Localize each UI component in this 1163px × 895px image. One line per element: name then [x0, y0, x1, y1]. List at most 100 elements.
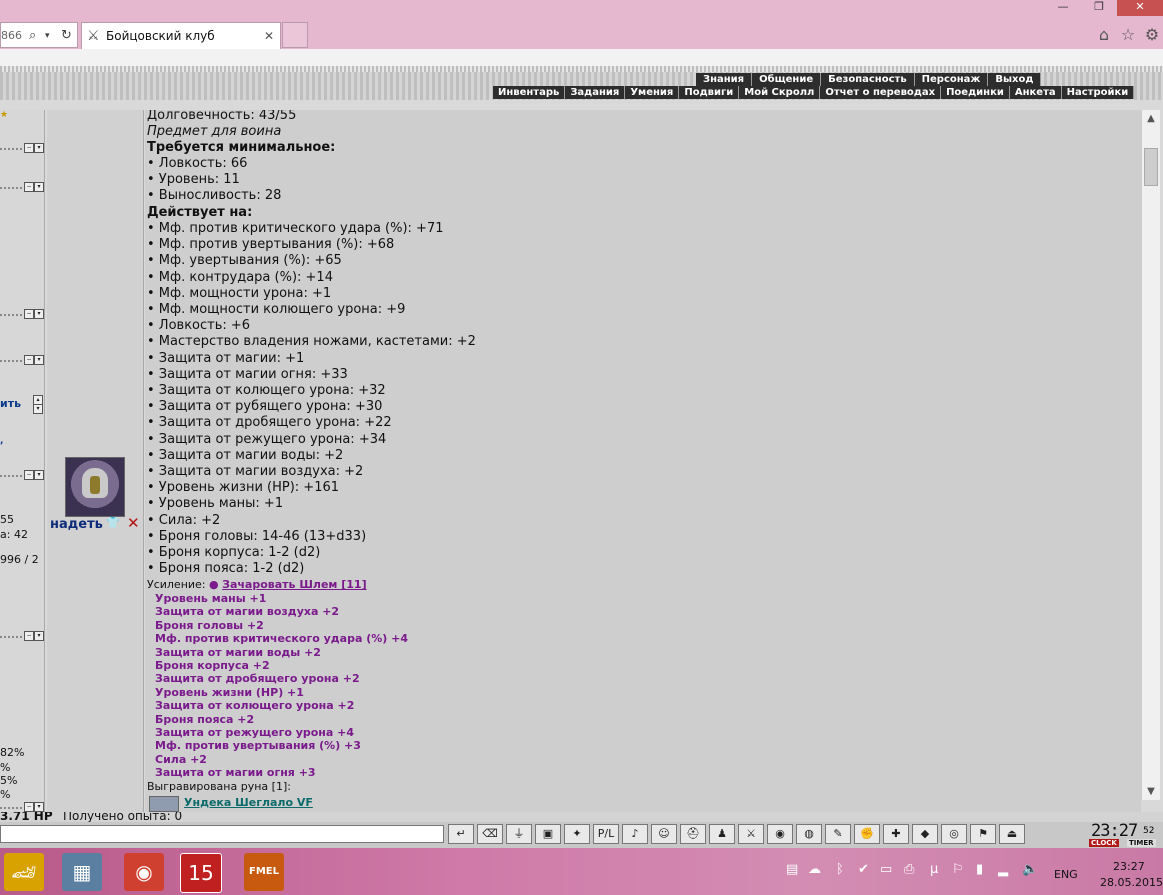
minimize-icon[interactable]: —	[1045, 0, 1081, 16]
submenu-item-profile[interactable]: Анкета	[1010, 86, 1062, 99]
taskbar-time[interactable]: 23:27	[1113, 860, 1145, 873]
filter-icon[interactable]: ⏚	[506, 824, 532, 844]
collapse-icon[interactable]: −	[24, 143, 34, 153]
home-icon[interactable]: ⌂	[1095, 25, 1113, 44]
left-link-fragment[interactable]: ить	[0, 397, 21, 410]
left-link-dot[interactable]: ,	[0, 436, 3, 446]
hooded-icon[interactable]: ♟	[709, 824, 735, 844]
collapse-icon[interactable]: −	[24, 631, 34, 641]
enchant-helmet-link[interactable]: Зачаровать Шлем [11]	[222, 578, 366, 591]
helmet-item-image[interactable]	[65, 457, 125, 517]
group-icon[interactable]: ◎	[941, 824, 967, 844]
menu-item-security[interactable]: Безопасность	[821, 73, 915, 86]
chevron-down-icon[interactable]: ▾	[34, 355, 44, 365]
pet-icon[interactable]: ◆	[912, 824, 938, 844]
fighter-icon[interactable]: ✦	[564, 824, 590, 844]
network-app-icon[interactable]: ▤	[786, 862, 798, 877]
collapse-icon[interactable]: −	[24, 470, 34, 480]
collapse-icon[interactable]: −	[24, 182, 34, 192]
clock-button[interactable]: CLOCK	[1089, 839, 1119, 847]
dropdown-icon[interactable]: ▾	[45, 23, 50, 49]
chevron-down-icon[interactable]: ▾	[34, 309, 44, 319]
collapse-icon[interactable]: −	[24, 355, 34, 365]
stepper-down-icon[interactable]: ▾	[33, 404, 43, 414]
effect-item: • Мф. мощности колющего урона: +9	[147, 302, 406, 317]
delete-x-icon[interactable]: ✕	[127, 514, 140, 532]
racing-game-icon[interactable]: 🏎	[4, 853, 44, 891]
menu-item-character[interactable]: Персонаж	[915, 73, 989, 86]
submenu-item-achievements[interactable]: Подвиги	[679, 86, 740, 99]
cloud-icon[interactable]: ☁	[808, 862, 821, 877]
bluetooth-icon[interactable]: ᛒ	[836, 862, 844, 877]
gold-bag-icon[interactable]: ◍	[796, 824, 822, 844]
sound-icon[interactable]: ♪	[622, 824, 648, 844]
menu-item-exit[interactable]: Выход	[988, 73, 1042, 86]
sword-icon[interactable]: ⚔	[738, 824, 764, 844]
fight-icon[interactable]: ✊	[854, 824, 880, 844]
smile-icon[interactable]: ☺	[651, 824, 677, 844]
wear-link[interactable]: надеть	[50, 517, 103, 532]
collapse-icon[interactable]: −	[24, 802, 34, 812]
chevron-down-icon[interactable]: ▾	[34, 470, 44, 480]
new-tab-button[interactable]	[282, 22, 308, 48]
vertical-scrollbar[interactable]: ▲ ▼	[1141, 110, 1160, 800]
address-bar[interactable]: 866 ⌕ ▾ ↻	[0, 22, 78, 48]
search-icon[interactable]: ⌕	[29, 23, 36, 49]
scroll-down-icon[interactable]: ▼	[1142, 783, 1160, 800]
enter-icon[interactable]: ↵	[448, 824, 474, 844]
favorites-star-icon[interactable]: ☆	[1119, 25, 1137, 44]
refresh-icon[interactable]: ↻	[61, 23, 72, 49]
torrent-icon[interactable]: µ	[930, 862, 938, 877]
signal-icon[interactable]: ▂	[998, 862, 1008, 877]
timer-button[interactable]: TIMER	[1127, 839, 1156, 847]
close-window-icon[interactable]: ✕	[1117, 0, 1163, 16]
chevron-down-icon[interactable]: ▾	[34, 802, 44, 812]
shirt-icon[interactable]: 👕	[106, 516, 120, 529]
submenu-item-skills[interactable]: Умения	[625, 86, 680, 99]
language-indicator[interactable]: ENG	[1054, 868, 1078, 881]
flag-tray-icon[interactable]: ⚐	[952, 862, 964, 877]
volume-icon[interactable]: 🔈	[1022, 862, 1038, 877]
submenu-item-quests[interactable]: Задания	[565, 86, 626, 99]
taskbar-date[interactable]: 28.05.2015	[1100, 876, 1163, 889]
scroll-up-icon[interactable]: ▲	[1142, 110, 1160, 127]
save-icon[interactable]: ▣	[535, 824, 561, 844]
chevron-down-icon[interactable]: ▾	[34, 182, 44, 192]
battery-icon[interactable]: ▮	[976, 862, 983, 877]
calculator-icon[interactable]: ▦	[62, 853, 102, 891]
flag-icon[interactable]: ⚑	[970, 824, 996, 844]
chrome-icon[interactable]: ◉	[124, 853, 164, 891]
settings-gear-icon[interactable]: ⚙	[1143, 25, 1161, 44]
rune-image[interactable]	[149, 796, 179, 812]
eraser-icon[interactable]: ⌫	[477, 824, 503, 844]
submenu-item-battles[interactable]: Поединки	[941, 86, 1010, 99]
enhance-line: Усиление: ● Зачаровать Шлем [11]	[147, 578, 367, 591]
check-icon[interactable]: ✔	[858, 862, 869, 877]
cross-icon[interactable]: ✚	[883, 824, 909, 844]
menu-item-knowledge[interactable]: Знания	[696, 73, 753, 86]
chevron-down-icon[interactable]: ▾	[34, 631, 44, 641]
chevron-down-icon[interactable]: ▾	[34, 143, 44, 153]
exit-icon[interactable]: ⏏	[999, 824, 1025, 844]
close-tab-icon[interactable]: ✕	[264, 23, 274, 49]
submenu-item-inventory[interactable]: Инвентарь	[493, 86, 566, 99]
submenu-item-settings[interactable]: Настройки	[1062, 86, 1135, 99]
chat-input[interactable]	[0, 825, 444, 843]
printer-icon[interactable]: ⎙	[904, 862, 914, 877]
submenu-item-transfer-report[interactable]: Отчет о переводах	[820, 86, 942, 99]
game-15-icon[interactable]: 15	[180, 853, 222, 893]
fmel-icon[interactable]: FMEL	[244, 853, 284, 891]
effect-item: • Мф. против критического удара (%): +71	[147, 221, 444, 236]
private-icon[interactable]: P/L	[593, 824, 619, 844]
helmet-icon[interactable]: ⛑	[680, 824, 706, 844]
scroll-thumb[interactable]	[1144, 148, 1158, 186]
rune-link[interactable]: Ундека Шеглало VF	[184, 796, 313, 810]
device-icon[interactable]: ▭	[880, 862, 892, 877]
scroll-icon[interactable]: ✎	[825, 824, 851, 844]
submenu-item-my-scroll[interactable]: Мой Скролл	[739, 86, 821, 99]
restore-icon[interactable]: ❐	[1081, 0, 1117, 16]
browser-tab[interactable]: ⚔ Бойцовский клуб ✕	[81, 22, 281, 49]
collapse-icon[interactable]: −	[24, 309, 34, 319]
menu-item-communication[interactable]: Общение	[752, 73, 822, 86]
bag-icon[interactable]: ◉	[767, 824, 793, 844]
